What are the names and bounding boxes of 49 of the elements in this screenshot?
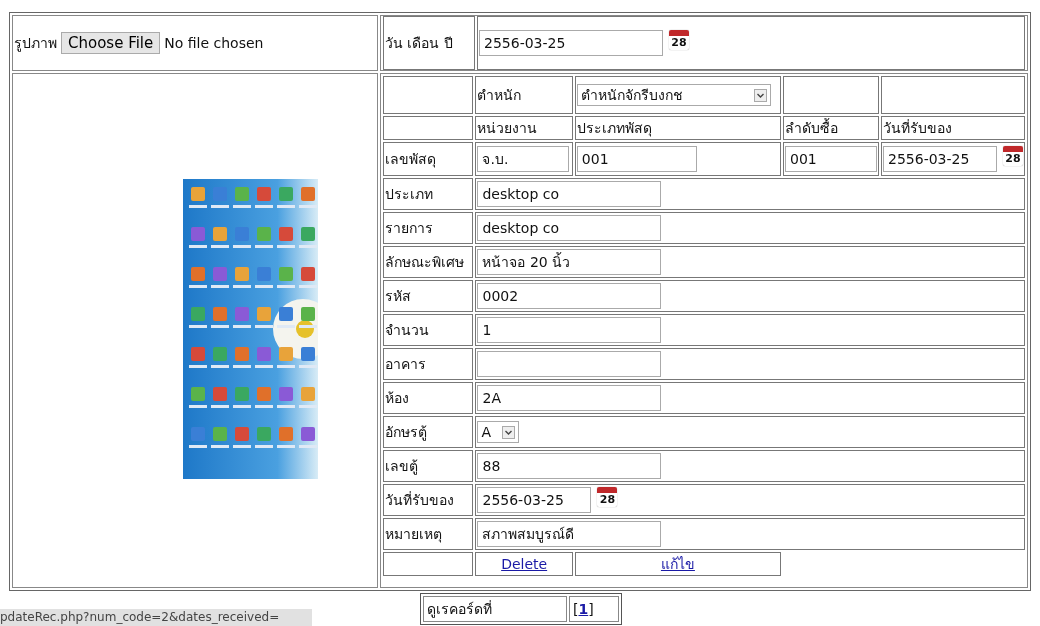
date-field[interactable]: 2556-03-25 [883,146,997,172]
field-label: เลขตู้ [385,458,418,474]
calendar-icon[interactable]: 28 [1003,146,1023,166]
column-header: หน่วยงาน [477,120,538,136]
text-field[interactable]: desktop co [477,215,662,241]
caret-icon[interactable] [753,88,767,102]
field-label: รูปภาพ [14,35,57,51]
field-label: หมายเหตุ [385,526,442,542]
field-label: วัน เดือน ปี [385,35,453,51]
date-field[interactable]: 2556-03-25 [479,30,663,56]
page-link[interactable]: 1 [578,601,589,617]
field-label: ลักษณะพิเศษ [385,254,464,270]
field-label: ตำหนัก [477,87,522,103]
field-label: รหัส [385,288,411,304]
choose-file-button[interactable]: Choose File [61,32,161,54]
code-field[interactable]: จ.บ. [477,146,570,172]
text-field[interactable]: desktop co [477,181,662,207]
field-label: วันที่รับของ [385,492,454,508]
column-header: ลำดับซื้อ [785,120,838,136]
field-label: ประเภท [385,186,433,202]
text-field[interactable]: สภาพสมบูรณ์ดี [477,521,662,547]
field-label: อักษรตู้ [385,424,427,440]
code-field[interactable]: 001 [576,146,697,172]
file-status-text: No file chosen [164,35,264,51]
date-field[interactable]: 2556-03-25 [477,487,592,513]
edit-link[interactable]: แก้ไข [660,556,695,572]
bracket-text: ] [588,601,594,617]
dropdown[interactable]: A [477,421,520,443]
text-field[interactable]: 2A [477,385,662,411]
field-label: ห้อง [385,390,409,406]
text-field[interactable]: 1 [477,317,662,343]
field-label: อาคาร [385,356,426,372]
nav-label: ดูเรคอร์ดที่ [427,601,492,617]
column-header: ประเภทพัสดุ [576,120,652,136]
field-label: เลขพัสดุ [385,151,436,167]
caret-icon[interactable] [502,425,516,439]
calendar-icon[interactable]: 28 [597,487,618,507]
field-label: รายการ [385,220,433,236]
text-field[interactable]: หน้าจอ 20 นิ้ว [477,249,662,275]
text-field[interactable]: 0002 [477,283,662,309]
column-header: วันที่รับของ [883,120,952,136]
office-dropdown[interactable]: ตำหนักจักรีบงกช [576,84,771,106]
field-label: จำนวน [385,322,429,338]
code-field[interactable]: 001 [785,146,877,172]
bracket-text: [ [573,601,579,617]
calendar-icon[interactable]: 28 [669,30,689,50]
status-bar-url: pdateRec.php?num_code=2&dates_received= [0,609,312,626]
text-field[interactable]: 88 [477,453,662,479]
text-field[interactable] [477,351,662,377]
